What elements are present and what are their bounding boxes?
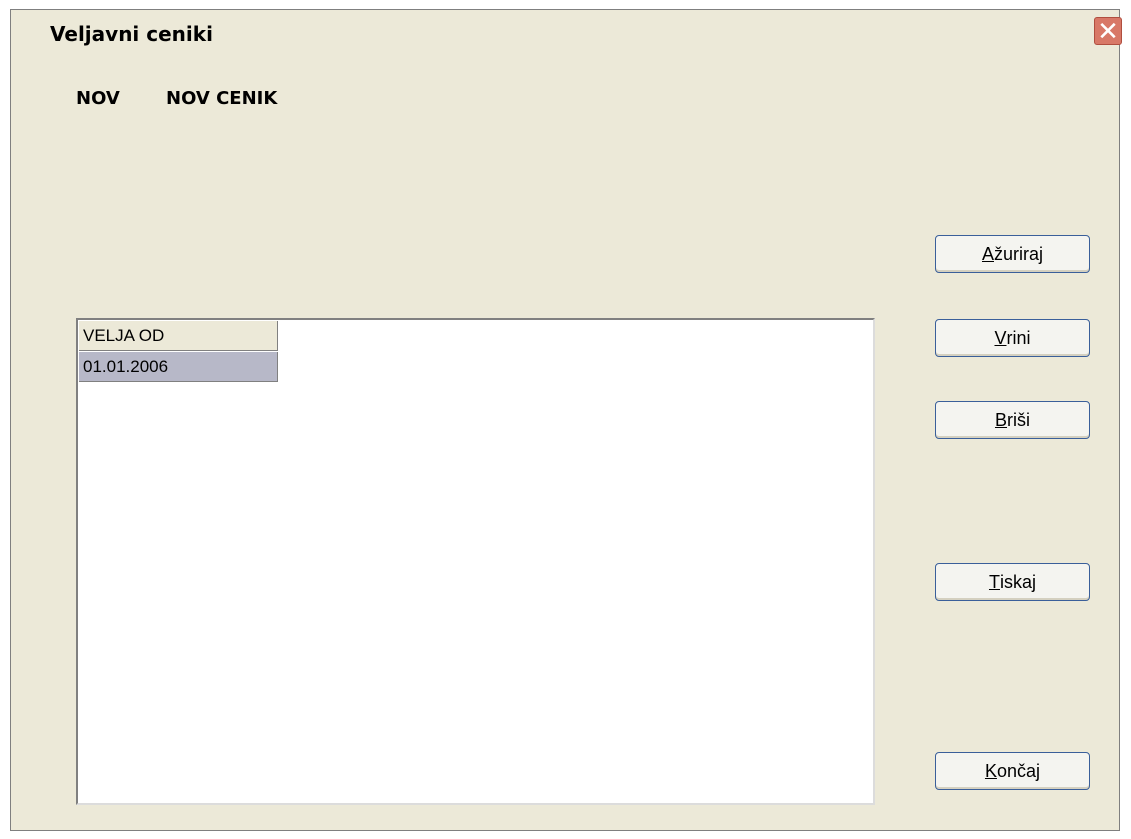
print-button[interactable]: Tiskaj <box>935 563 1090 601</box>
accel-key: A <box>981 243 994 264</box>
close-icon: ✕ <box>1097 16 1119 46</box>
pricelist-code: NOV <box>76 88 120 109</box>
button-label: ončaj <box>996 760 1041 781</box>
button-label: riši <box>1007 409 1030 430</box>
update-button[interactable]: Ažuriraj <box>935 235 1090 273</box>
finish-button[interactable]: Končaj <box>935 752 1090 790</box>
accel-key: K <box>984 760 997 781</box>
delete-button[interactable]: Briši <box>935 401 1090 439</box>
window-title: Veljavni ceniki <box>50 22 213 46</box>
pricelist-name: NOV CENIK <box>166 88 278 109</box>
accel-key: B <box>994 409 1007 430</box>
table-row[interactable]: 01.01.2006 <box>79 352 278 382</box>
column-header-velja-od[interactable]: VELJA OD <box>79 321 278 351</box>
button-label: iskaj <box>999 571 1036 592</box>
insert-button[interactable]: Vrini <box>935 319 1090 357</box>
close-button[interactable]: ✕ <box>1094 17 1122 45</box>
valid-from-grid[interactable]: VELJA OD 01.01.2006 <box>76 318 875 805</box>
button-label: žuriraj <box>994 243 1044 264</box>
accel-key: V <box>994 327 1007 348</box>
accel-key: T <box>988 571 1000 592</box>
button-label: rini <box>1006 327 1031 348</box>
